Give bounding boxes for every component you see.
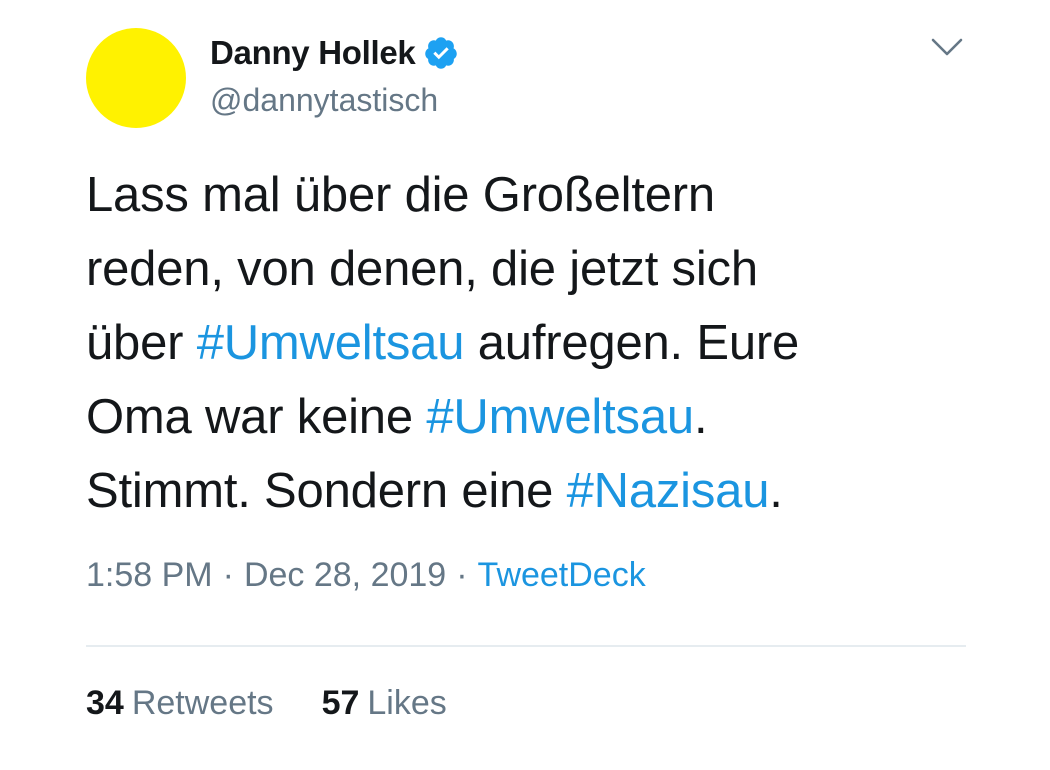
- meta-separator: ·: [456, 556, 468, 594]
- tweet-text-segment: .: [769, 464, 783, 518]
- tweet-time[interactable]: 1:58 PM: [86, 556, 213, 594]
- author-handle[interactable]: @dannytastisch: [210, 82, 459, 119]
- retweets-stat[interactable]: 34 Retweets: [86, 684, 274, 723]
- likes-count: 57: [321, 684, 360, 722]
- chevron-down-icon[interactable]: [930, 36, 964, 58]
- avatar[interactable]: [86, 28, 186, 128]
- author-display-name[interactable]: Danny Hollek: [210, 34, 416, 72]
- tweet-text: Lass mal über die Großeltern reden, von …: [86, 158, 986, 528]
- tweet-author: Danny Hollek @dannytastisch: [210, 30, 459, 119]
- tweet-source-link[interactable]: TweetDeck: [478, 556, 646, 594]
- retweets-count: 34: [86, 684, 124, 722]
- tweet-stats: 34 Retweets 57 Likes: [86, 684, 495, 723]
- retweets-label: Retweets: [131, 684, 274, 722]
- tweet-date[interactable]: Dec 28, 2019: [244, 556, 446, 594]
- hashtag-link[interactable]: #Umweltsau: [426, 390, 694, 444]
- author-name-row: Danny Hollek: [210, 30, 459, 76]
- verified-badge-icon: [423, 35, 459, 71]
- tweet-meta: 1:58 PM · Dec 28, 2019 · TweetDeck: [86, 556, 646, 595]
- divider: [86, 645, 966, 647]
- meta-separator: ·: [222, 556, 234, 594]
- hashtag-link[interactable]: #Umweltsau: [197, 316, 465, 370]
- likes-stat[interactable]: 57 Likes: [322, 684, 447, 723]
- hashtag-link[interactable]: #Nazisau: [567, 464, 770, 518]
- likes-label: Likes: [367, 684, 447, 722]
